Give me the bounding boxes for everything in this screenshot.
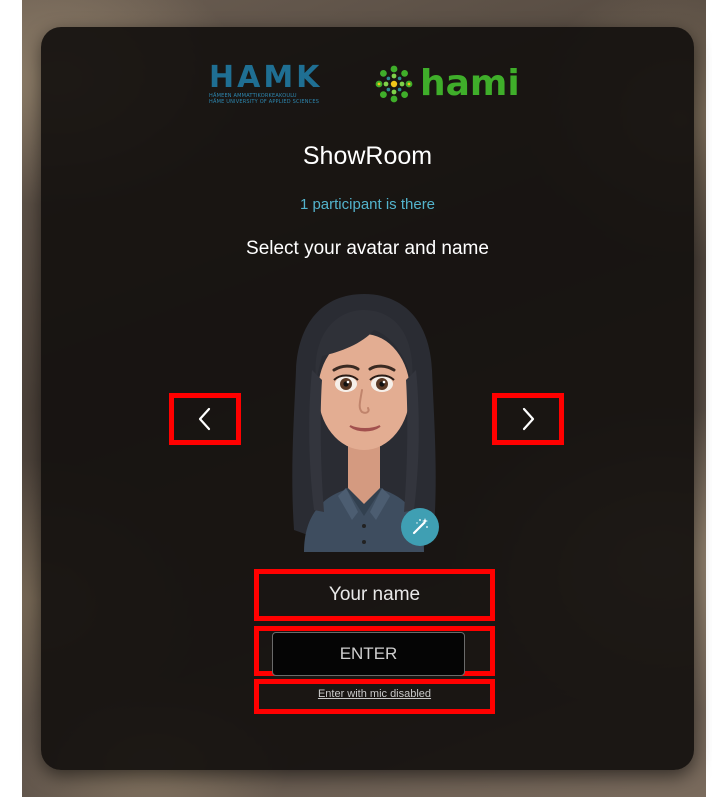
edit-avatar-button[interactable] — [401, 508, 439, 546]
hami-logo: hami — [372, 62, 520, 106]
hamk-logo-line2: HÄME UNIVERSITY OF APPLIED SCIENCES — [209, 99, 320, 105]
hami-flower-icon — [375, 65, 413, 103]
hami-logo-word: hami — [420, 63, 520, 104]
next-avatar-button[interactable] — [492, 393, 564, 445]
chevron-left-icon — [198, 407, 211, 431]
hamk-logo-word: HAMK — [209, 60, 323, 95]
left-edge — [0, 0, 22, 797]
previous-avatar-button[interactable] — [169, 393, 241, 445]
participant-count: 1 participant is there — [299, 196, 436, 213]
hamk-logo: HAMK HÄMEEN AMMATTIKORKEAKOULU HÄME UNIV… — [209, 60, 349, 106]
chevron-right-icon — [522, 407, 535, 431]
enter-button-container: ENTER — [254, 626, 495, 676]
enter-mic-disabled-link[interactable]: Enter with mic disabled — [318, 688, 431, 700]
room-title: ShowRoom — [302, 142, 433, 170]
name-field-container — [254, 569, 495, 621]
name-input[interactable] — [259, 574, 490, 616]
right-edge — [706, 0, 712, 797]
avatar-instruction: Select your avatar and name — [246, 238, 489, 259]
enter-button[interactable]: ENTER — [272, 632, 465, 676]
mic-disabled-container: Enter with mic disabled — [254, 679, 495, 714]
magic-wand-icon — [412, 518, 428, 535]
